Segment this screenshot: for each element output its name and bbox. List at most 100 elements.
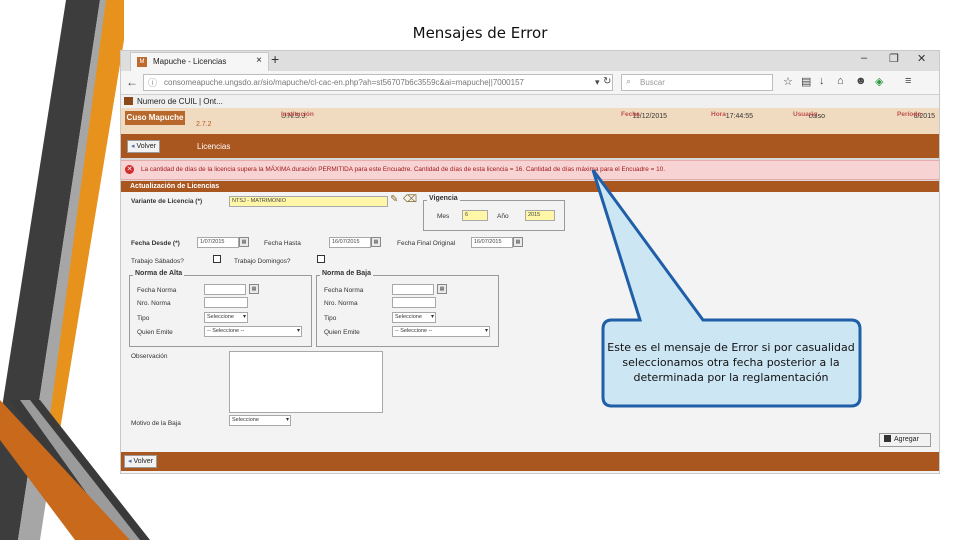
motivo-select[interactable]: Seleccione ▾: [229, 415, 291, 426]
header-hora: Hora 17:44:55: [711, 111, 753, 120]
nro-norma-baja-input[interactable]: [392, 297, 436, 308]
tab-title: Mapuche - Licencias: [153, 57, 227, 66]
variante-label: Variante de Licencia (*): [131, 198, 203, 205]
nro-norma-alta-input[interactable]: [204, 297, 248, 308]
fecha-desde-label: Fecha Desde (*): [131, 240, 180, 247]
error-icon: ✕: [125, 165, 134, 174]
chat-icon[interactable]: ☻: [855, 75, 867, 87]
address-bar[interactable]: ⓘ consomeapuche.ungsdo.ar/sio/mapuche/cl…: [143, 74, 613, 91]
form-header: Actualización de Licencias: [121, 181, 939, 192]
minimize-button[interactable]: –: [861, 52, 867, 64]
calendar-icon[interactable]: ▦: [239, 237, 249, 247]
mapuche-favicon-icon: M: [137, 57, 147, 67]
back-icon: ◂: [131, 143, 135, 150]
fecha-norma-baja-input[interactable]: [392, 284, 434, 295]
anio-label: Año: [497, 213, 509, 220]
nro-norma-label: Nro. Norma: [324, 300, 358, 307]
tipo-baja-select[interactable]: Seleccione ▾: [392, 312, 436, 323]
back-button-label: Volver: [136, 143, 156, 150]
app-version: 2.7.2: [196, 121, 212, 128]
restore-button[interactable]: ❐: [889, 52, 899, 65]
search-icon: ⌕: [626, 76, 632, 86]
fecha-desde-input[interactable]: 1/07/2015: [197, 237, 239, 248]
tipo-label: Tipo: [324, 315, 337, 322]
observacion-textarea[interactable]: [229, 351, 383, 413]
new-tab-button[interactable]: +: [271, 51, 279, 67]
norma-baja-legend: Norma de Baja: [320, 270, 374, 277]
fecha-hasta-label: Fecha Hasta: [264, 240, 301, 247]
search-tool-icon[interactable]: ✎: [390, 194, 398, 205]
calendar-icon[interactable]: ▦: [371, 237, 381, 247]
fecha-final-label: Fecha Final Original: [397, 240, 456, 247]
search-placeholder: Buscar: [640, 78, 665, 87]
shield-icon[interactable]: ◈: [875, 75, 883, 88]
chevron-down-icon: ▾: [285, 417, 289, 423]
chevron-down-icon: ▾: [430, 314, 434, 320]
section-bar: ◂ Volver Licencias: [121, 134, 939, 158]
tipo-label: Tipo: [137, 315, 150, 322]
header-label: Institución: [281, 111, 314, 118]
clipboard-icon[interactable]: ▤: [801, 75, 811, 88]
quien-emite-baja-value: -- Seleccione --: [395, 328, 433, 334]
reload-icon[interactable]: ↻: [603, 76, 611, 87]
save-disk-icon: [884, 435, 891, 442]
back-button-label: Volver: [133, 458, 153, 465]
trabajo-domingos-label: Trabajo Domingos?: [234, 258, 291, 265]
chevron-down-icon: ▾: [242, 314, 246, 320]
download-icon[interactable]: ↓: [819, 75, 825, 87]
error-message-bar: ✕ La cantidad de días de la licencia sup…: [121, 160, 939, 180]
quien-emite-alta-select[interactable]: -- Seleccione -- ▾: [204, 326, 302, 337]
error-message-text: La cantidad de días de la licencia super…: [141, 166, 665, 173]
bookmark-item[interactable]: Numero de CUIL | Ont...: [137, 97, 223, 106]
quien-emite-label: Quien Emite: [137, 329, 173, 336]
trabajo-domingos-checkbox[interactable]: [317, 255, 325, 263]
header-label: Fecha: [621, 111, 640, 118]
back-button-bottom[interactable]: ◂ Volver: [124, 455, 157, 468]
header-label: Hora: [711, 111, 726, 118]
chevron-down-icon: ▾: [296, 328, 300, 334]
url-text: consomeapuche.ungsdo.ar/sio/mapuche/cl-c…: [164, 78, 524, 87]
back-arrow-icon[interactable]: ←: [126, 75, 138, 89]
header-label: Período: [897, 111, 922, 118]
calendar-icon[interactable]: ▦: [249, 284, 259, 294]
agregar-button[interactable]: Agregar: [879, 433, 931, 447]
tipo-baja-value: Seleccione: [395, 314, 422, 320]
header-institucion: Institución U.N.S.J.: [281, 111, 314, 120]
fecha-final-input[interactable]: 16/07/2015: [471, 237, 513, 248]
calendar-icon[interactable]: ▦: [437, 284, 447, 294]
search-input[interactable]: ⌕ Buscar: [621, 74, 773, 91]
lock-icon: ⓘ: [148, 78, 158, 88]
trabajo-sabados-label: Trabajo Sábados?: [131, 258, 184, 265]
browser-screenshot: M Mapuche - Licencias × + – ❐ ✕ ← ⓘ cons…: [120, 50, 940, 474]
quien-emite-label: Quien Emite: [324, 329, 360, 336]
mes-input[interactable]: 6: [462, 210, 488, 221]
trabajo-sabados-checkbox[interactable]: [213, 255, 221, 263]
navigation-bar: ← ⓘ consomeapuche.ungsdo.ar/sio/mapuche/…: [121, 71, 939, 95]
home-icon[interactable]: ⌂: [837, 75, 844, 87]
fecha-norma-label: Fecha Norma: [137, 287, 177, 294]
header-periodo: Período 6/2015: [897, 111, 935, 120]
close-window-button[interactable]: ✕: [917, 52, 926, 65]
calendar-icon[interactable]: ▦: [513, 237, 523, 247]
variante-input[interactable]: NTSJ - MATRIMONIO: [229, 196, 388, 207]
header-fecha: Fecha 11/12/2015: [621, 111, 667, 120]
back-icon: ◂: [128, 458, 132, 465]
dropdown-icon[interactable]: ▾: [595, 77, 600, 88]
back-button-top[interactable]: ◂ Volver: [127, 140, 160, 153]
quien-emite-baja-select[interactable]: -- Seleccione -- ▾: [392, 326, 490, 337]
header-usuario: Usuario cuiso: [793, 111, 825, 120]
browser-tab[interactable]: M Mapuche - Licencias ×: [130, 52, 269, 72]
app-header: Cuso Mapuche 2.7.2 Institución U.N.S.J. …: [121, 108, 939, 134]
tipo-alta-value: Seleccione: [207, 314, 234, 320]
tab-close-icon[interactable]: ×: [256, 55, 262, 66]
fecha-norma-alta-input[interactable]: [204, 284, 246, 295]
clear-tool-icon[interactable]: ⌫: [403, 194, 417, 205]
tipo-alta-select[interactable]: Seleccione ▾: [204, 312, 248, 323]
anio-input[interactable]: 2015: [525, 210, 555, 221]
fecha-hasta-input[interactable]: 16/07/2015: [329, 237, 371, 248]
menu-icon[interactable]: ≡: [905, 75, 911, 87]
tab-bar: M Mapuche - Licencias × + – ❐ ✕: [121, 51, 939, 72]
bookmark-star-icon[interactable]: ☆: [783, 75, 793, 88]
bookmarks-bar: Numero de CUIL | Ont...: [121, 95, 939, 108]
motivo-value: Seleccione: [232, 417, 259, 423]
